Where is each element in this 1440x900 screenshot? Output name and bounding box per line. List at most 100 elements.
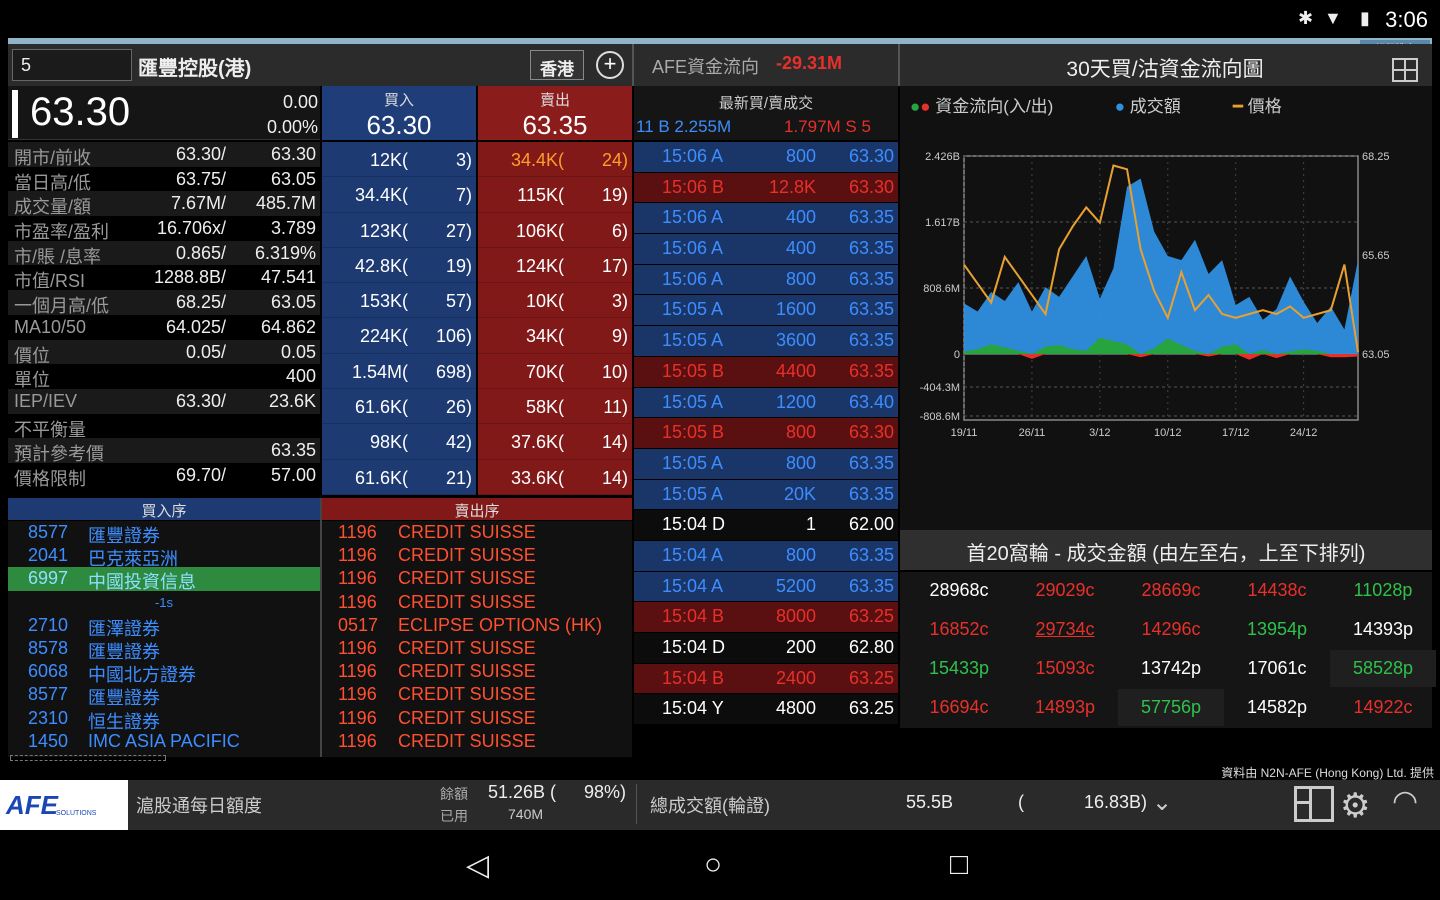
trade-row[interactable]: 15:06 A 400 63.35 — [634, 234, 898, 265]
bid-broker-row[interactable]: 2041 巴克萊亞洲 — [8, 544, 320, 569]
trades-list[interactable]: 15:06 A 800 63.30 15:06 B 12.8K 63.30 15:06 A 4… — [634, 142, 898, 726]
warrant-cell[interactable]: 14393p — [1330, 611, 1436, 648]
layout-icon[interactable] — [1294, 786, 1334, 822]
trade-row[interactable]: 15:05 A 3600 63.35 — [634, 326, 898, 357]
bid-depth-row[interactable]: 1.54M(698) — [322, 353, 476, 390]
ask-broker-row[interactable]: 1196 CREDIT SUISSE — [322, 521, 632, 544]
trade-row[interactable]: 15:06 A 800 63.30 — [634, 142, 898, 173]
warrant-cell[interactable]: 13954p — [1224, 611, 1330, 648]
trade-row[interactable]: 15:05 A 1600 63.35 — [634, 295, 898, 327]
ask-broker-row[interactable]: 1196 CREDIT SUISSE — [322, 707, 632, 730]
warrant-cell[interactable]: 57756p — [1118, 689, 1224, 726]
bid-volume: 42.8K( — [354, 255, 408, 276]
ask-broker-row[interactable]: 1196 CREDIT SUISSE — [322, 544, 632, 567]
warrant-cell[interactable]: 14582p — [1224, 689, 1330, 726]
ask-depth-row[interactable]: 33.6K(14) — [478, 459, 632, 495]
ask-depth-row[interactable]: 34K(9) — [478, 318, 632, 354]
layout-grid-icon[interactable] — [1392, 58, 1418, 82]
flow-chart[interactable]: 2.426B 1.617B 808.6M 0 -404.3M -808.6M 68.25 65… — [900, 120, 1432, 460]
bid-queue-list[interactable]: 8577 匯豐證券 2041 巴克萊亞洲 6997 中國投資信息 -1s 2710 匯澤證券 85… — [8, 521, 320, 757]
bid-broker-row[interactable]: 8577 匯豐證券 — [8, 683, 320, 708]
bid-volume: 61.6K( — [354, 397, 408, 418]
trade-row[interactable]: 15:04 D 1 62.00 — [634, 510, 898, 541]
ask-queue-list[interactable]: 1196 CREDIT SUISSE 1196 CREDIT SUISSE 1196 CR… — [322, 521, 632, 757]
trade-row[interactable]: 15:05 B 4400 63.35 — [634, 356, 898, 388]
ask-depth-row[interactable]: 115K(19) — [478, 177, 632, 213]
bid-broker-row[interactable]: 2710 匯澤證券 — [8, 614, 320, 639]
warrant-cell[interactable]: 13742p — [1118, 650, 1224, 687]
trade-row[interactable]: 15:06 A 800 63.35 — [634, 264, 898, 296]
trade-row[interactable]: 15:04 D 200 62.80 — [634, 633, 898, 664]
warrant-cell[interactable]: 17061c — [1224, 650, 1330, 687]
warrant-cell[interactable]: 15433p — [906, 650, 1012, 687]
trade-time: 15:06 A — [662, 207, 724, 228]
bid-depth-row[interactable]: 34.4K(7) — [322, 177, 476, 213]
ask-depth-row[interactable]: 70K(10) — [478, 353, 632, 390]
trade-qty: 200 — [785, 637, 816, 657]
warrant-cell[interactable]: 11028p — [1330, 572, 1436, 609]
ask-depth-row[interactable]: 106K(6) — [478, 212, 632, 248]
bid-broker-row[interactable]: 1450 IMC ASIA PACIFIC — [8, 730, 320, 753]
bid-broker-row[interactable]: 8578 匯豐證券 — [8, 637, 320, 662]
add-watchlist-icon[interactable]: + — [596, 51, 624, 79]
ask-broker-row[interactable]: 1196 CREDIT SUISSE — [322, 637, 632, 660]
trade-row[interactable]: 15:04 Y 4800 63.25 — [634, 694, 898, 726]
trade-row[interactable]: 15:04 B 2400 63.25 — [634, 663, 898, 695]
warrant-cell[interactable]: 16694c — [906, 689, 1012, 726]
recents-icon[interactable]: □ — [950, 848, 968, 882]
warrant-cell[interactable]: 28968c — [906, 572, 1012, 609]
ask-broker-row[interactable]: 1196 CREDIT SUISSE — [322, 660, 632, 683]
wifi-icon[interactable]: ◠ — [1392, 784, 1418, 819]
warrant-cell[interactable]: 14922c — [1330, 689, 1436, 726]
warrant-cell[interactable]: 16852c — [906, 611, 1012, 648]
trade-row[interactable]: 15:06 A 400 63.35 — [634, 203, 898, 235]
bid-broker-row[interactable]: 6068 中國北方證券 — [8, 660, 320, 685]
trade-row[interactable]: 15:04 B 8000 63.25 — [634, 602, 898, 633]
home-icon[interactable]: ○ — [704, 848, 722, 882]
trade-row[interactable]: 15:04 A 5200 63.35 — [634, 571, 898, 603]
market-selector-button[interactable]: 香港 — [530, 50, 584, 80]
warrant-cell[interactable]: 29029c — [1012, 572, 1118, 609]
warrant-cell[interactable]: 29734c — [1012, 611, 1118, 648]
bid-depth-row[interactable]: 61.6K(26) — [322, 389, 476, 425]
trade-row[interactable]: 15:05 B 800 63.30 — [634, 418, 898, 449]
ask-broker-row[interactable]: 0517 ECLIPSE OPTIONS (HK) — [322, 614, 632, 637]
trade-row[interactable]: 15:05 A 800 63.35 — [634, 448, 898, 480]
back-icon[interactable]: ◁ — [466, 848, 489, 883]
ask-broker-row[interactable]: 1196 CREDIT SUISSE — [322, 567, 632, 590]
bid-depth-row[interactable]: 12K(3) — [322, 142, 476, 178]
warrant-cell[interactable]: 14893p — [1012, 689, 1118, 726]
ask-broker-row[interactable]: 1196 CREDIT SUISSE — [322, 683, 632, 706]
trade-row[interactable]: 15:05 A 1200 63.40 — [634, 387, 898, 419]
ask-broker-row[interactable]: 1196 CREDIT SUISSE — [322, 591, 632, 614]
bid-depth-row[interactable]: 123K(27) — [322, 212, 476, 248]
warrant-cell[interactable]: 28669c — [1118, 572, 1224, 609]
ask-depth-row[interactable]: 37.6K(14) — [478, 424, 632, 460]
chevron-down-icon[interactable]: ⌄ — [1152, 788, 1172, 817]
trade-row[interactable]: 15:06 B 12.8K 63.30 — [634, 172, 898, 204]
warrant-cell[interactable]: 14296c — [1118, 611, 1224, 648]
bid-broker-row[interactable]: 8577 匯豐證券 — [8, 521, 320, 546]
ask-depth-row[interactable]: 34.4K(24) — [478, 142, 632, 178]
broker-code: 1196 — [338, 568, 377, 589]
warrant-cell[interactable]: 58528p — [1330, 650, 1436, 687]
ask-volume: 106K( — [515, 220, 564, 241]
stat-label: IEP/IEV — [14, 390, 78, 411]
bid-depth-row[interactable]: 98K(42) — [322, 424, 476, 460]
bid-broker-row[interactable]: 6997 中國投資信息 — [8, 567, 320, 592]
bid-depth-row[interactable]: 153K(57) — [322, 283, 476, 319]
ask-depth-row[interactable]: 58K(11) — [478, 389, 632, 425]
bid-broker-row[interactable]: 2310 恒生證券 — [8, 707, 320, 732]
warrant-cell[interactable]: 15093c — [1012, 650, 1118, 687]
ask-broker-row[interactable]: 1196 CREDIT SUISSE — [322, 730, 632, 753]
ask-depth-row[interactable]: 10K(3) — [478, 283, 632, 319]
bid-depth-row[interactable]: 42.8K(19) — [322, 247, 476, 284]
trade-row[interactable]: 15:05 A 20K 63.35 — [634, 479, 898, 511]
bid-depth-row[interactable]: 61.6K(21) — [322, 459, 476, 495]
ask-depth-row[interactable]: 124K(17) — [478, 247, 632, 284]
warrant-cell[interactable]: 14438c — [1224, 572, 1330, 609]
bid-depth-row[interactable]: 224K(106) — [322, 318, 476, 354]
trade-row[interactable]: 15:04 A 800 63.35 — [634, 540, 898, 572]
gear-icon[interactable]: ⚙ — [1340, 786, 1370, 826]
stock-code-input[interactable]: 5 — [12, 49, 132, 81]
